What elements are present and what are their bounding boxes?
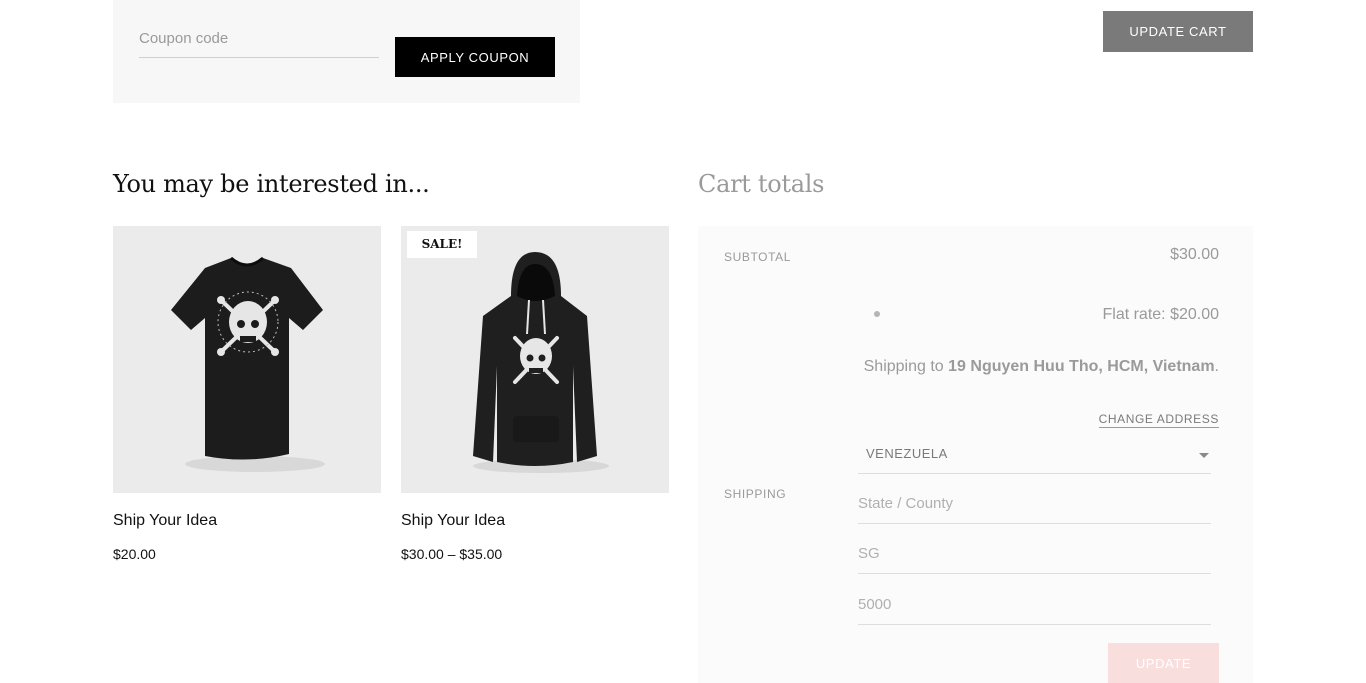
shipping-address: 19 Nguyen Huu Tho, HCM, Vietnam <box>948 358 1215 375</box>
shipping-destination: Shipping to 19 Nguyen Huu Tho, HCM, Viet… <box>864 358 1219 376</box>
shipping-to-suffix: . <box>1214 358 1219 375</box>
subtotal-label: SUBTOTAL <box>724 250 792 264</box>
state-county-input[interactable] <box>858 484 1211 524</box>
tshirt-image <box>171 256 325 472</box>
coupon-panel: APPLY COUPON <box>113 0 580 103</box>
city-input[interactable] <box>858 534 1211 574</box>
product-image-hoodie[interactable]: SALE! <box>401 226 669 493</box>
update-shipping-button[interactable]: UPDATE <box>1108 643 1219 683</box>
product-image-tshirt[interactable] <box>113 226 381 493</box>
apply-coupon-button[interactable]: APPLY COUPON <box>395 37 555 77</box>
update-cart-button[interactable]: UPDATE CART <box>1103 11 1253 52</box>
flat-rate-label: Flat rate: $20.00 <box>1102 306 1219 323</box>
product-card: Ship Your Idea $20.00 <box>113 226 381 562</box>
product-title[interactable]: Ship Your Idea <box>401 512 669 530</box>
shipping-label: SHIPPING <box>724 487 787 501</box>
product-price: $20.00 <box>113 546 156 562</box>
product-price: $30.00 – $35.00 <box>401 546 503 562</box>
cart-totals-panel: SUBTOTAL $30.00 Flat rate: $20.00 Shippi… <box>698 226 1253 683</box>
shipping-to-prefix: Shipping to <box>863 358 949 375</box>
sale-badge: SALE! <box>407 231 477 258</box>
shipping-method-bullet <box>874 311 880 317</box>
hoodie-image <box>473 252 609 473</box>
related-products-heading: You may be interested in... <box>113 170 430 198</box>
postcode-input[interactable] <box>858 585 1211 625</box>
change-address-link[interactable]: CHANGE ADDRESS <box>1098 412 1219 428</box>
country-select[interactable]: VENEZUELA <box>858 436 1211 474</box>
coupon-code-input[interactable] <box>139 20 379 58</box>
cart-totals-heading: Cart totals <box>698 170 825 198</box>
product-card: SALE! Ship Your Idea $30.00 – $35.00 <box>401 226 669 562</box>
chevron-down-icon <box>1199 453 1209 458</box>
country-selected-value: VENEZUELA <box>866 446 948 461</box>
product-title[interactable]: Ship Your Idea <box>113 512 381 530</box>
subtotal-value: $30.00 <box>1170 246 1219 263</box>
